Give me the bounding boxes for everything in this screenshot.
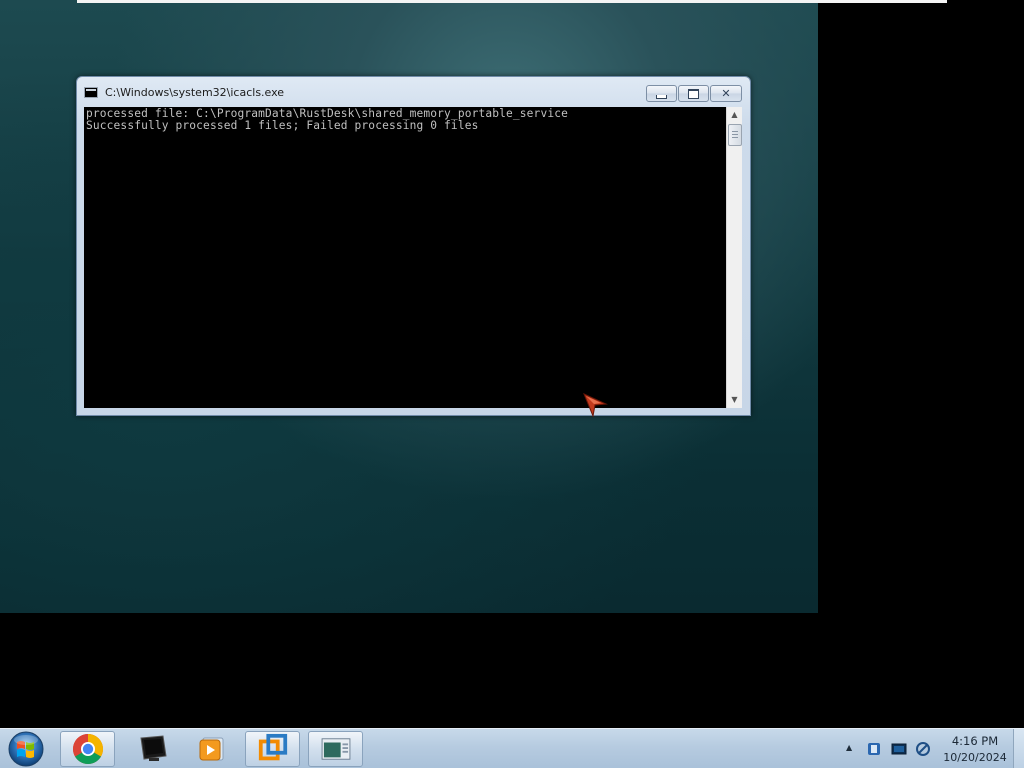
display-icon[interactable] <box>891 741 907 757</box>
start-button[interactable] <box>4 729 48 768</box>
connection-icon[interactable] <box>915 741 931 757</box>
monitor-icon <box>139 735 167 761</box>
window-titlebar[interactable]: C:\Windows\system32\icacls.exe ✕ <box>77 77 750 107</box>
windows-start-icon <box>8 731 44 767</box>
console-line: Successfully processed 1 files; Failed p… <box>86 119 479 132</box>
desktop: C:\Windows\system32\icacls.exe ✕ process… <box>0 0 1024 768</box>
network-shield-icon[interactable] <box>866 741 882 757</box>
console-window-icon <box>321 738 350 760</box>
media-player-icon <box>199 737 223 761</box>
mouse-cursor-icon <box>583 393 608 418</box>
taskbar-vmware-button[interactable] <box>245 731 300 767</box>
background-window-edge <box>77 0 947 3</box>
taskbar-monitor-button[interactable] <box>124 731 179 767</box>
clock-time[interactable]: 4:16 PM <box>935 734 1015 748</box>
show-desktop-button[interactable] <box>1013 729 1024 768</box>
scroll-down-arrow-icon[interactable]: ▼ <box>727 392 742 408</box>
chrome-icon <box>72 734 103 765</box>
close-icon: ✕ <box>721 87 731 100</box>
vmware-icon <box>258 733 287 761</box>
taskbar-chrome-button[interactable] <box>60 731 115 767</box>
maximize-button[interactable] <box>678 85 709 102</box>
clock-date[interactable]: 10/20/2024 <box>935 751 1015 764</box>
maximize-icon <box>688 88 699 99</box>
vertical-scrollbar[interactable]: ▲ ▼ <box>726 107 742 408</box>
scroll-thumb[interactable] <box>728 124 742 146</box>
console-icon <box>84 87 98 98</box>
console-window[interactable]: C:\Windows\system32\icacls.exe ✕ process… <box>76 76 751 416</box>
window-title: C:\Windows\system32\icacls.exe <box>105 86 285 99</box>
taskbar-media-player-button[interactable] <box>184 731 239 767</box>
scroll-up-arrow-icon[interactable]: ▲ <box>727 107 742 123</box>
system-tray: ▲ 4:16 PM 10/20/2024 <box>840 729 1024 768</box>
minimize-icon <box>656 94 667 99</box>
taskbar-console-button[interactable] <box>308 731 363 767</box>
taskbar: ▲ 4:16 PM 10/20/2024 <box>0 728 1024 768</box>
show-hidden-icons-arrow[interactable]: ▲ <box>846 743 852 752</box>
console-output[interactable]: processed file: C:\ProgramData\RustDesk\… <box>84 107 726 408</box>
minimize-button[interactable] <box>646 85 677 102</box>
close-button[interactable]: ✕ <box>710 85 742 102</box>
